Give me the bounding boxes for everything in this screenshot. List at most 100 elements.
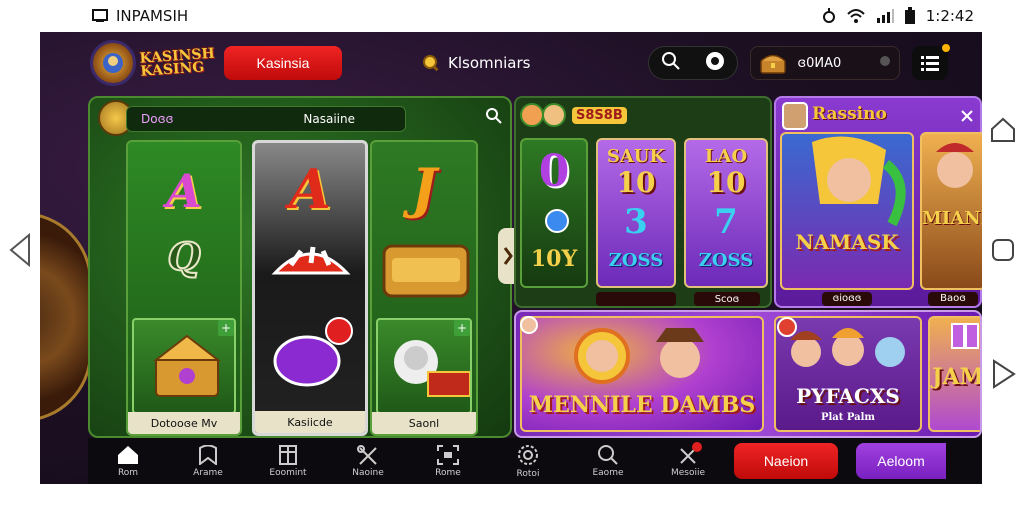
- search-icon: [598, 444, 618, 465]
- back-icon: [9, 233, 30, 267]
- panel-badge-text: Doɞɞ: [141, 112, 174, 126]
- magnifier-gold-icon: [423, 55, 439, 72]
- aeloom-button[interactable]: Aeloom: [856, 443, 946, 479]
- forward-button[interactable]: [983, 354, 1023, 394]
- panel-search-icon[interactable]: [486, 108, 502, 128]
- status-time: 1:2:42: [925, 7, 974, 25]
- rassino-side-title: MIANN: [922, 208, 982, 229]
- nav-item-eaome[interactable]: Eaome: [568, 438, 648, 484]
- promo-right-sub: Plat Palm: [820, 412, 875, 423]
- gift-box-icon: [951, 323, 979, 349]
- reel-1-top-symbol: A: [166, 164, 202, 218]
- promo-card-left[interactable]: MENNILE DAMBS: [520, 316, 764, 432]
- square-icon: [992, 239, 1014, 261]
- slot-card-3[interactable]: LAO 10 7 ZOSS: [684, 138, 768, 288]
- nav-item-arame[interactable]: Arame: [168, 438, 248, 484]
- chevron-right-icon: [503, 247, 513, 265]
- rassino-card[interactable]: NAMASK: [780, 132, 914, 290]
- reel-1-mid-symbol: Q: [166, 233, 201, 280]
- slot-card-2-top: SAUK: [606, 146, 666, 167]
- nav-item-mesoiie[interactable]: Mesoiie: [648, 438, 728, 484]
- character-portrait: [812, 136, 906, 227]
- reel-3-plus-icon[interactable]: +: [454, 320, 470, 336]
- reel-3[interactable]: J + Saonl: [370, 140, 478, 436]
- nav-item-label: Mesoiie: [670, 467, 706, 478]
- slot-card-3-caption: Scoɞ: [694, 292, 760, 306]
- treasure-chest-icon: [760, 54, 787, 74]
- side-character-portrait: [936, 143, 974, 188]
- mascot-icon: [103, 53, 123, 73]
- notification-dot: [942, 44, 951, 52]
- nav-item-naoine[interactable]: Naoine: [328, 438, 408, 484]
- search-link[interactable]: Klsomniars: [422, 54, 530, 72]
- reel-1-plus-icon[interactable]: +: [218, 320, 234, 336]
- slot-card-1-bottom: 10Y: [530, 246, 578, 272]
- gem-ball-icon: [273, 317, 353, 387]
- kasinsia-button[interactable]: Kasinsia: [224, 46, 342, 80]
- search-icon[interactable]: [661, 51, 681, 75]
- back-button[interactable]: [0, 230, 40, 270]
- naeion-button[interactable]: Naeion: [734, 443, 838, 479]
- promo-banner-panel: MENNILE DAMBS PYFACXS Plat Palm JAM: [514, 310, 982, 438]
- promo-right-title: PYFACXS: [796, 384, 900, 408]
- screen-icon: [92, 9, 108, 23]
- rassino-side-card[interactable]: MIANN: [920, 132, 982, 290]
- sun-characters-icon: [574, 328, 704, 384]
- rassino-card-title: NAMASK: [795, 230, 899, 254]
- app-logo[interactable]: [90, 40, 136, 86]
- nav-item-label: Rotoi: [516, 468, 540, 479]
- nav-item-label: Eaome: [592, 467, 624, 478]
- nav-item-rome[interactable]: Rome: [408, 438, 488, 484]
- striped-mushroom-icon: [271, 246, 351, 275]
- bottom-navigation: Rom Arame Eoomint Naoine Rome Rotoi Eaom…: [88, 438, 982, 484]
- blue-orb-icon: [545, 209, 569, 233]
- nav-item-label: Rom: [117, 467, 139, 478]
- slot-machine-panel: Doɞɞ Nasaiine A Q + Dotooɞe Мv A Kasiicd…: [88, 96, 512, 438]
- featured-slots-panel: S8S8B 0 10Y SAUK 10 3 ZOSS LAO 10 7 ZOSS…: [514, 96, 772, 308]
- nav-item-eoomint[interactable]: Eoomint: [248, 438, 328, 484]
- coin-value: ɞ0ИA0: [797, 55, 842, 71]
- rassino-close-icon[interactable]: [960, 108, 974, 127]
- rassino-panel: Rassino NAMASK ɞioɞɞ MIANN Baoɞ: [774, 96, 982, 308]
- nav-item-label: Naoine: [352, 467, 384, 478]
- featured-slots-title: S8S8B: [572, 106, 627, 124]
- status-app-name: INPAMSIH: [116, 7, 189, 25]
- slot-card-2-mid: 10: [616, 166, 656, 199]
- nav-item-rotoi[interactable]: Rotoi: [488, 438, 568, 484]
- wifi-icon: [846, 8, 866, 24]
- alarm-icon: [822, 8, 836, 24]
- coin-balance[interactable]: ɞ0ИA0: [750, 46, 901, 80]
- promo-left-avatar: [520, 316, 538, 338]
- search-label-text: Klsomniars: [448, 54, 531, 72]
- promo-left-title: MENNILE DAMBS: [528, 392, 756, 418]
- home-nav-button[interactable]: [983, 110, 1023, 150]
- reel-2-caption: Kasiicde: [255, 411, 365, 433]
- toggle-dot-icon: [879, 55, 891, 71]
- logo-wordmark: KASINSH KASING: [139, 45, 216, 80]
- tools-icon: [357, 444, 377, 465]
- reel-1[interactable]: A Q + Dotooɞe Мv: [126, 140, 242, 436]
- play-icon: [993, 359, 1016, 389]
- reel-2[interactable]: A Kasiicde: [252, 140, 368, 436]
- rassino-side-caption: Baoɞ: [928, 292, 978, 306]
- reel-3-caption: Saonl: [372, 412, 476, 434]
- reel-2-top-symbol: A: [289, 157, 331, 221]
- slot-card-2[interactable]: SAUK 10 3 ZOSS: [596, 138, 676, 288]
- battery-icon: [904, 7, 916, 25]
- slot-card-2-num: 3: [624, 202, 648, 242]
- recents-button[interactable]: [983, 230, 1023, 270]
- gear-icon[interactable]: [704, 50, 726, 76]
- slot-card-3-bottom: ZOSS: [698, 250, 754, 271]
- slot-card-1[interactable]: 0 10Y: [520, 138, 588, 288]
- promo-card-side[interactable]: JAM: [928, 316, 982, 432]
- status-bar: INPAMSIH 1:2:42: [0, 0, 1024, 32]
- scan-icon: [437, 444, 459, 465]
- slot-card-1-top: 0: [538, 146, 570, 197]
- avatar: [782, 102, 808, 130]
- nav-item-home[interactable]: Rom: [88, 438, 168, 484]
- signal-icon: [876, 8, 894, 24]
- promo-side-title: JAM: [932, 364, 982, 390]
- grid-icon: [279, 444, 297, 465]
- rassino-title: Rassino: [812, 104, 887, 124]
- menu-button[interactable]: [912, 44, 951, 80]
